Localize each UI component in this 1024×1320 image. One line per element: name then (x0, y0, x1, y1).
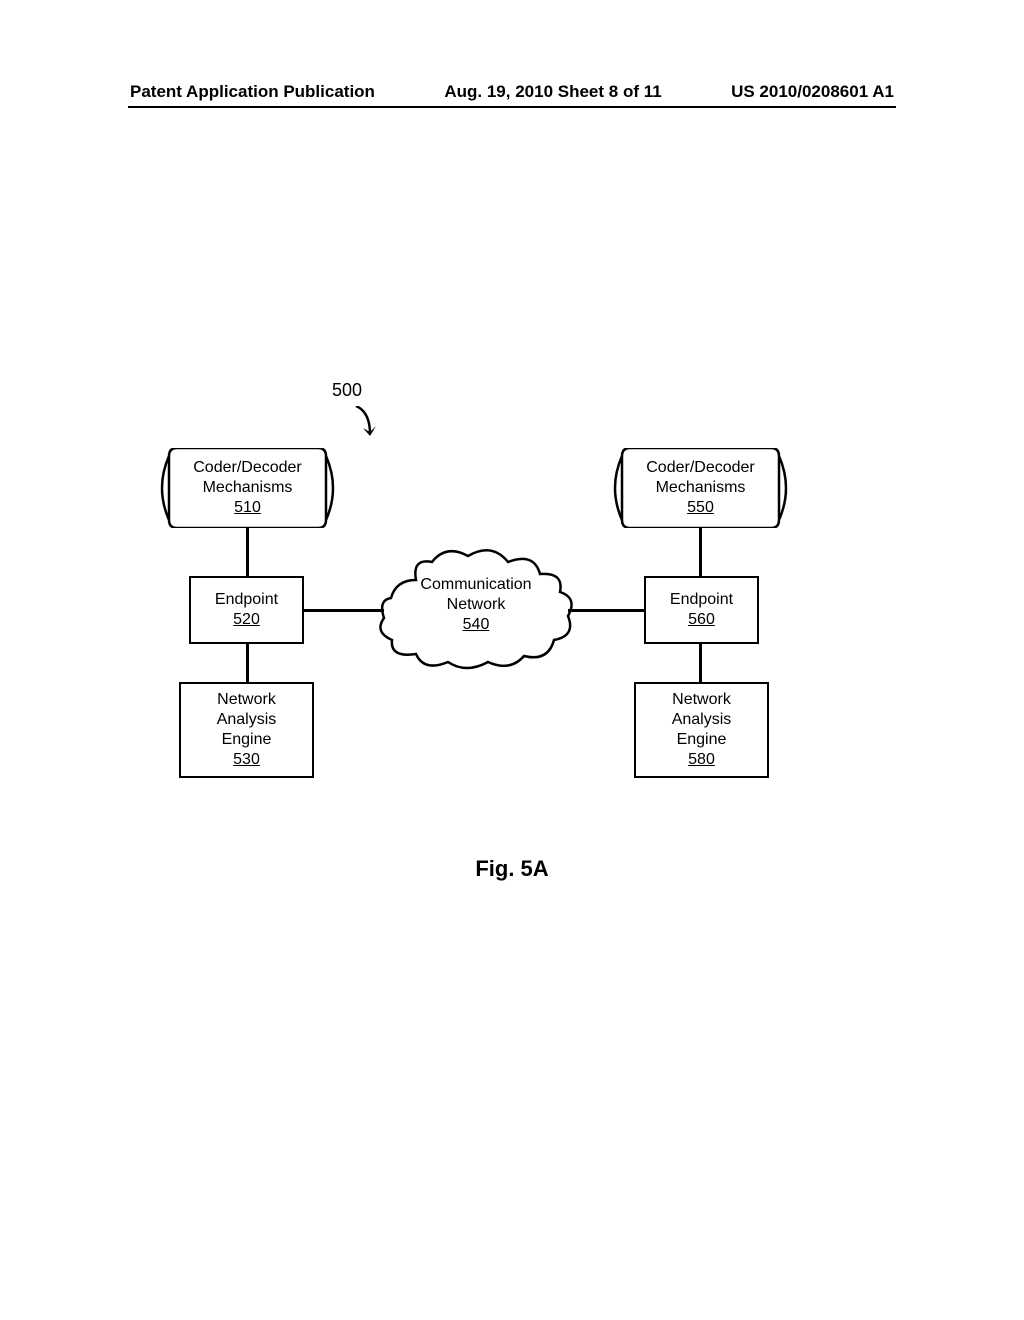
endpoint-right-ref: 560 (646, 610, 757, 630)
figure-label: Fig. 5A (0, 856, 1024, 882)
cloud-line1: Communication (376, 575, 576, 595)
page-header: Patent Application Publication Aug. 19, … (0, 82, 1024, 102)
endpoint-left-label: Endpoint (191, 590, 302, 610)
connector-line (699, 528, 702, 578)
coder-left-ref: 510 (155, 498, 340, 518)
reference-number-500: 500 (332, 380, 362, 401)
header-rule (128, 106, 896, 108)
analysis-left-line2: Analysis (181, 710, 312, 730)
cloud-line2: Network (376, 595, 576, 615)
reference-arrow-icon (352, 406, 386, 455)
connector-line (304, 609, 384, 612)
analysis-right-line2: Analysis (636, 710, 767, 730)
network-analysis-left: Network Analysis Engine 530 (179, 682, 314, 778)
network-analysis-right: Network Analysis Engine 580 (634, 682, 769, 778)
endpoint-right: Endpoint 560 (644, 576, 759, 644)
coder-right-line1: Coder/Decoder (608, 458, 793, 478)
endpoint-right-label: Endpoint (646, 590, 757, 610)
coder-right-line2: Mechanisms (608, 478, 793, 498)
coder-left-line1: Coder/Decoder (155, 458, 340, 478)
coder-right-ref: 550 (608, 498, 793, 518)
connector-line (568, 609, 646, 612)
connector-line (699, 644, 702, 684)
header-left: Patent Application Publication (130, 82, 375, 102)
endpoint-left: Endpoint 520 (189, 576, 304, 644)
coder-left-line2: Mechanisms (155, 478, 340, 498)
connector-line (246, 644, 249, 684)
cloud-ref: 540 (376, 615, 576, 635)
analysis-right-ref: 580 (636, 750, 767, 770)
analysis-left-ref: 530 (181, 750, 312, 770)
coder-decoder-right: Coder/Decoder Mechanisms 550 (608, 448, 793, 528)
connector-line (246, 528, 249, 578)
endpoint-left-ref: 520 (191, 610, 302, 630)
coder-decoder-left: Coder/Decoder Mechanisms 510 (155, 448, 340, 528)
analysis-right-line1: Network (636, 690, 767, 710)
analysis-left-line1: Network (181, 690, 312, 710)
header-right: US 2010/0208601 A1 (731, 82, 894, 102)
header-center: Aug. 19, 2010 Sheet 8 of 11 (444, 82, 661, 102)
communication-network-cloud: Communication Network 540 (376, 540, 576, 670)
analysis-right-line3: Engine (636, 730, 767, 750)
analysis-left-line3: Engine (181, 730, 312, 750)
